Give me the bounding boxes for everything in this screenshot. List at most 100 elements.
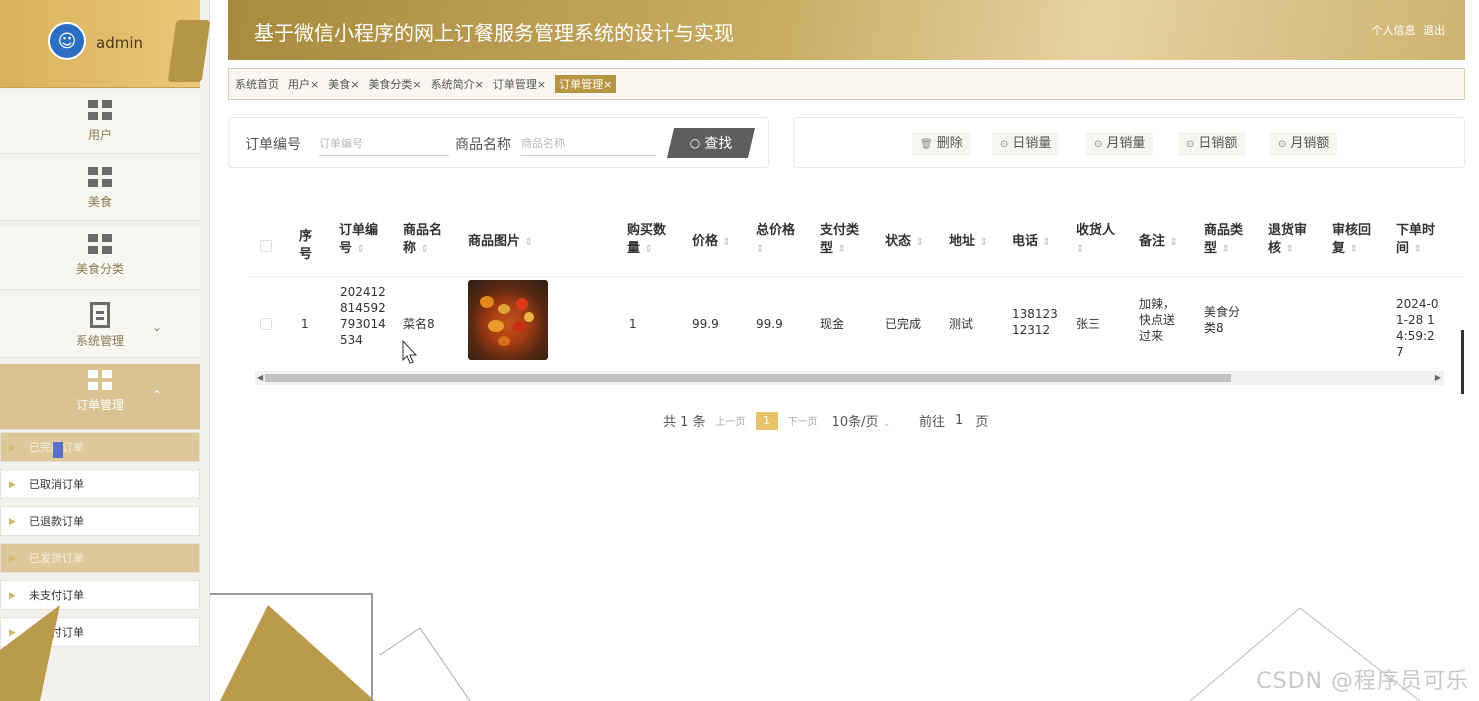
cell-order-no: 202412814592793014534 (340, 285, 386, 347)
search-button-label: 查找 (704, 136, 733, 152)
header-index: 序号 (299, 229, 313, 262)
sidebar-subitem-refunded[interactable]: ▶ 已退款订单 (0, 506, 200, 536)
sidebar-item-food[interactable]: 美食 (0, 159, 200, 221)
sort-icon: ⇕ (1285, 244, 1294, 255)
monthly-sales-amount-label: 月销额 (1290, 136, 1330, 151)
logout-link[interactable]: 退出 (1423, 24, 1445, 37)
tab-user[interactable]: 用户× (288, 76, 319, 92)
search-button[interactable]: ○ 查找 (667, 128, 755, 158)
caret-right-icon: ▶ (9, 628, 16, 638)
header-qty[interactable]: 购买数量 ⇕ (627, 222, 675, 259)
sidebar-subitem-label: 未支付订单 (29, 589, 84, 602)
sidebar-subitem-label: 已退款订单 (29, 515, 84, 528)
header-goods-name[interactable]: 商品名称 ⇕ (403, 222, 451, 259)
header-status[interactable]: 状态 ⇕ (885, 233, 935, 252)
sidebar-subitem-shipped[interactable]: ▶ 已发货订单 (0, 543, 200, 573)
header-remark[interactable]: 备注 ⇕ (1139, 233, 1189, 252)
sidebar-subitem-unpaid[interactable]: ▶ 未支付订单 (0, 580, 200, 610)
clipboard-icon (90, 302, 110, 328)
header-address[interactable]: 地址 ⇕ (949, 233, 999, 252)
sort-icon: ⇕ (1076, 244, 1085, 255)
daily-sales-amount-button[interactable]: ⊙ 日销额 (1178, 132, 1246, 156)
sort-icon: ⇕ (420, 244, 429, 255)
cell-price: 99.9 (692, 317, 719, 331)
grid-icon (88, 370, 112, 390)
sidebar-subitem-paid[interactable]: ▶ 已支付订单 (0, 617, 200, 647)
delete-button[interactable]: 🗑 删除 (912, 132, 971, 156)
scroll-right-icon[interactable]: ▶ (1435, 371, 1441, 385)
cell-goods-type: 美食分类8 (1204, 305, 1241, 335)
sidebar-subitem-completed[interactable]: ▶ 已完成订单 (0, 432, 200, 462)
pager-size-select[interactable]: 10条/页 ⌄ (832, 411, 891, 430)
header-order-no[interactable]: 订单编号 ⇕ (339, 222, 387, 259)
trash-icon: 🗑 (920, 139, 933, 150)
tab-food-category[interactable]: 美食分类× (368, 76, 421, 92)
mouse-cursor-icon (402, 340, 418, 364)
header-goods-image[interactable]: 商品图片 ⇕ (468, 233, 578, 252)
sidebar-item-orders[interactable]: 订单管理 ⌃ (0, 364, 200, 430)
pager-current-page[interactable]: 1 (755, 411, 778, 430)
circle-dot-icon: ⊙ (1278, 139, 1287, 150)
scroll-left-icon[interactable]: ◀ (257, 371, 263, 385)
cell-pay-type: 现金 (820, 317, 845, 331)
goods-name-input[interactable] (521, 132, 656, 156)
header-receiver[interactable]: 收货人 ⇕ (1076, 222, 1124, 259)
tab-food[interactable]: 美食× (328, 76, 359, 92)
header-divider (249, 276, 1465, 277)
search-panel: 订单编号 商品名称 ○ 查找 (228, 117, 769, 168)
header-order-time[interactable]: 下单时间 ⇕ (1396, 222, 1444, 259)
header-total[interactable]: 总价格 ⇕ (756, 222, 804, 259)
caret-right-icon: ▶ (9, 517, 16, 527)
header-label: 收货人 (1076, 223, 1116, 238)
row-checkbox[interactable] (260, 318, 272, 330)
circle-dot-icon: ⊙ (1094, 139, 1103, 150)
horizontal-scrollbar[interactable]: ◀ ▶ (255, 371, 1444, 385)
header-label: 价格 (692, 234, 719, 249)
sidebar-item-user[interactable]: 用户 (0, 92, 200, 154)
sidebar-item-label: 用户 (87, 128, 112, 142)
order-no-label: 订单编号 (245, 137, 301, 153)
cell-receiver: 张三 (1076, 317, 1101, 331)
scrollbar-thumb[interactable] (265, 374, 1231, 382)
sort-icon: ⇕ (1169, 237, 1178, 248)
tab-order-management[interactable]: 订单管理× (493, 76, 546, 92)
sort-icon: ⇕ (1042, 237, 1051, 248)
pager-goto-input[interactable]: 1 (955, 413, 963, 428)
pagination: 共 1 条 上一页 1 下一页 10条/页 ⌄ 前往 1 页 (663, 411, 988, 430)
header-price[interactable]: 价格 ⇕ (692, 233, 742, 252)
pager-prev[interactable]: 上一页 (716, 413, 746, 428)
pager-size-label: 10条/页 (831, 415, 879, 430)
header-review-reply[interactable]: 审核回复 ⇕ (1332, 222, 1380, 259)
daily-sales-qty-button[interactable]: ⊙ 日销量 (992, 132, 1060, 156)
cell-qty: 1 (629, 317, 637, 331)
sort-icon: ⇕ (644, 244, 653, 255)
page-scroll-indicator[interactable] (1461, 330, 1464, 394)
pager-next[interactable]: 下一页 (788, 413, 818, 428)
monthly-sales-qty-button[interactable]: ⊙ 月销量 (1086, 132, 1154, 156)
tab-system-intro[interactable]: 系统简介× (431, 76, 484, 92)
header-pay-type[interactable]: 支付类型 ⇕ (820, 222, 868, 259)
pager-goto-label: 前往 (919, 415, 946, 430)
search-icon: ○ (689, 136, 701, 150)
food-image (468, 280, 548, 360)
avatar[interactable]: ☺ (48, 22, 86, 60)
sidebar-item-food-category[interactable]: 美食分类 (0, 226, 200, 290)
select-all-checkbox[interactable] (260, 240, 272, 252)
sidebar-item-system[interactable]: 系统管理 ⌄ (0, 296, 200, 358)
monthly-sales-amount-button[interactable]: ⊙ 月销额 (1270, 132, 1338, 156)
tab-order-management-active[interactable]: 订单管理× (555, 75, 617, 93)
tab-home[interactable]: 系统首页 (235, 76, 279, 92)
header-phone[interactable]: 电话 ⇕ (1012, 233, 1062, 252)
sidebar-item-label: 系统管理 (75, 334, 124, 348)
profile-link[interactable]: 个人信息 (1372, 24, 1416, 37)
caret-right-icon: ▶ (9, 591, 16, 601)
cell-index: 1 (301, 317, 309, 331)
sort-icon: ⇕ (837, 244, 846, 255)
sidebar-subitem-cancelled[interactable]: ▶ 已取消订单 (0, 469, 200, 499)
header-goods-type[interactable]: 商品类型 ⇕ (1204, 222, 1252, 259)
pager-goto-unit: 页 (975, 415, 989, 430)
grid-icon (88, 100, 112, 120)
caret-right-icon: ▶ (9, 554, 16, 564)
header-return-review[interactable]: 退货审核 ⇕ (1268, 222, 1316, 259)
order-no-input[interactable] (319, 132, 449, 156)
